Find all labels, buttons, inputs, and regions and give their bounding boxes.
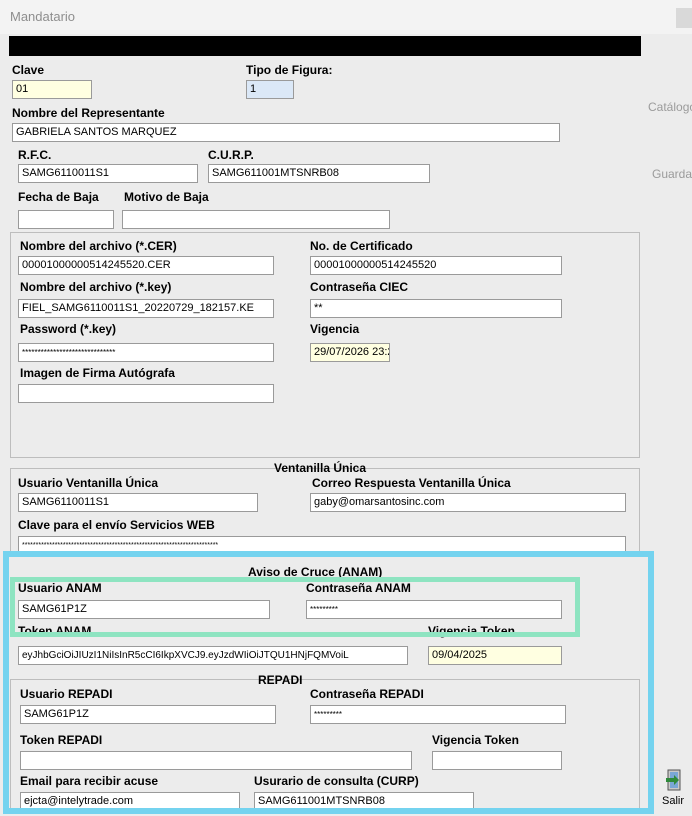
rfc-label: R.F.C. [18, 148, 52, 162]
salir-button-label[interactable]: Salir [662, 795, 684, 807]
nombre-representante-label: Nombre del Representante [12, 106, 165, 120]
correo-ventanilla-label: Correo Respuesta Ventanilla Única [312, 476, 511, 490]
cer-input[interactable]: 00001000000514245520.CER [18, 256, 274, 275]
vigencia-label: Vigencia [310, 322, 360, 336]
firma-input[interactable] [18, 384, 274, 403]
ciec-input[interactable]: ** [310, 299, 562, 318]
tipo-figura-input[interactable]: 1 [246, 80, 294, 99]
firma-label: Imagen de Firma Autógrafa [20, 366, 175, 380]
fecha-baja-input[interactable] [18, 210, 114, 229]
clave-ws-label: Clave para el envío Servicios WEB [18, 518, 215, 532]
password-label: Password (*.key) [20, 322, 117, 336]
usuario-ventanilla-input[interactable]: SAMG6110011S1 [18, 493, 258, 512]
rfc-input[interactable]: SAMG6110011S1 [18, 164, 198, 183]
close-button[interactable] [676, 8, 692, 28]
tipo-figura-label: Tipo de Figura: [246, 63, 333, 77]
correo-ventanilla-input[interactable]: gaby@omarsantosinc.com [310, 493, 626, 512]
usuario-ventanilla-label: Usuario Ventanilla Única [18, 476, 159, 490]
cer-label: Nombre del archivo (*.CER) [20, 239, 177, 253]
catalogo-button[interactable]: Catálogo [648, 100, 692, 114]
motivo-baja-label: Motivo de Baja [124, 190, 209, 204]
key-input[interactable]: FIEL_SAMG6110011S1_20220729_182157.KE [18, 299, 274, 318]
guardar-button[interactable]: Guardar [652, 167, 692, 181]
clave-input[interactable]: 01 [12, 80, 92, 99]
vigencia-input[interactable]: 29/07/2026 23:2! [310, 343, 390, 362]
clave-label: Clave [12, 63, 45, 77]
no-certificado-input[interactable]: 00001000000514245520 [310, 256, 562, 275]
curp-label: C.U.R.P. [208, 148, 254, 162]
window-title: Mandatario [10, 9, 76, 24]
title-bar [0, 0, 692, 34]
highlight-inner-box [10, 577, 580, 637]
no-certificado-label: No. de Certificado [310, 239, 413, 253]
exit-door-icon[interactable] [664, 768, 686, 792]
header-bar [9, 36, 641, 56]
curp-input[interactable]: SAMG611001MTSNRB08 [208, 164, 430, 183]
ventanilla-title: Ventanilla Única [274, 461, 367, 475]
password-input[interactable]: ****************************** [18, 343, 274, 362]
fecha-baja-label: Fecha de Baja [18, 190, 99, 204]
motivo-baja-input[interactable] [122, 210, 390, 229]
nombre-representante-input[interactable]: GABRIELA SANTOS MARQUEZ [12, 123, 560, 142]
ciec-label: Contraseña CIEC [310, 280, 409, 294]
key-label: Nombre del archivo (*.key) [20, 280, 172, 294]
